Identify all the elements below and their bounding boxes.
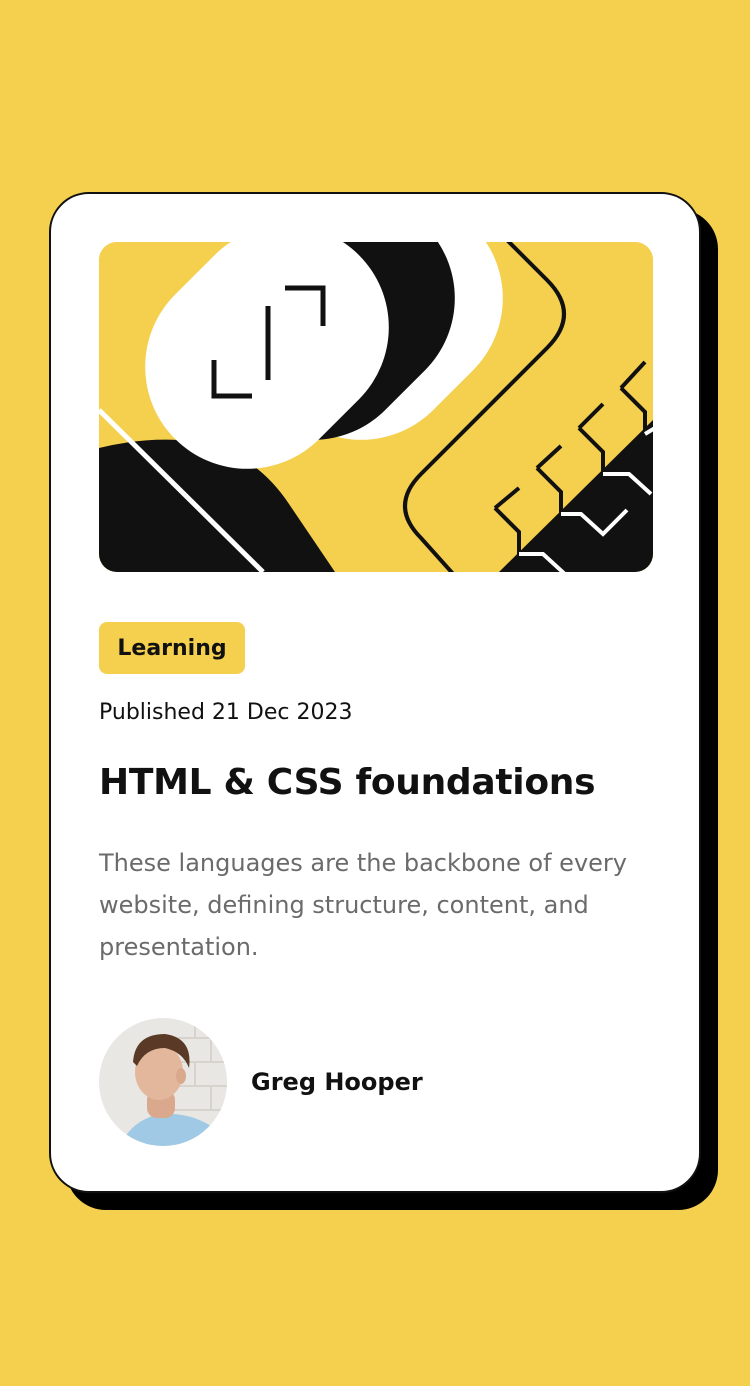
- blog-preview-card[interactable]: Learning Published 21 Dec 2023 HTML & CS…: [49, 192, 701, 1193]
- author-info: Greg Hooper: [99, 1018, 423, 1146]
- category-tag[interactable]: Learning: [99, 622, 245, 674]
- hero-illustration: [99, 242, 653, 572]
- publish-date: Published 21 Dec 2023: [99, 700, 353, 725]
- author-name: Greg Hooper: [251, 1068, 423, 1096]
- card-title[interactable]: HTML & CSS foundations: [99, 762, 596, 803]
- author-avatar: [99, 1018, 227, 1146]
- card-description: These languages are the backbone of ever…: [99, 849, 627, 961]
